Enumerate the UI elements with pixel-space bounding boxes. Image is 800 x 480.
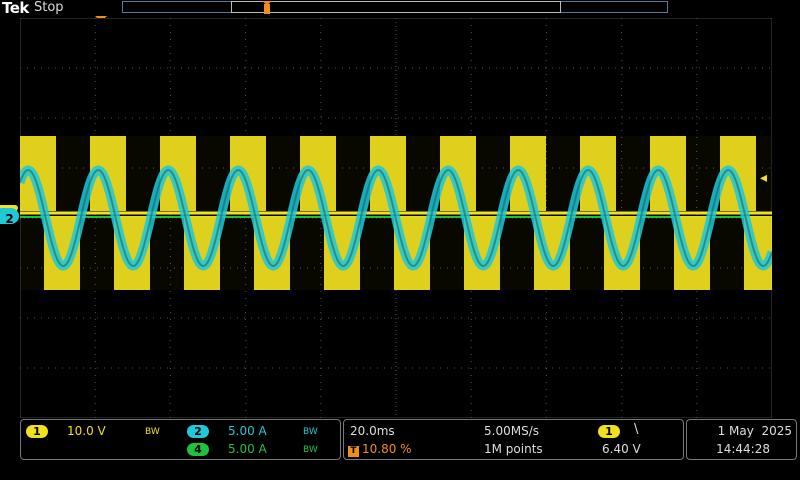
trigger-slope-icon[interactable]: \ — [634, 422, 638, 437]
timebase-trigger-panel[interactable]: 20.0ms 5.00MS/s T 10.80 % 1M points 1 \ 6… — [343, 419, 684, 460]
trigger-position-value: 10.80 % — [362, 442, 412, 456]
ch1-bandwidth-limit: BW — [145, 427, 160, 437]
trigger-level-marker[interactable]: ◂ — [760, 171, 767, 185]
ch2-ground-label: 2 — [5, 212, 14, 226]
trigger-level-arrow-icon: ◂ — [760, 170, 768, 186]
top-status-bar: Tek Stop — [0, 0, 800, 17]
time: 14:44:28 — [716, 442, 770, 456]
ch2-scale[interactable]: 5.00 A — [228, 424, 267, 438]
trigger-position[interactable]: T 10.80 % — [348, 442, 412, 457]
date-time-panel: 1 May 2025 14:44:28 — [686, 419, 797, 460]
trigger-source-badge[interactable]: 1 — [598, 425, 620, 438]
ch4-scale[interactable]: 5.00 A — [228, 442, 267, 456]
sample-rate: 5.00MS/s — [484, 424, 539, 438]
ch4-bandwidth-limit: BW — [303, 445, 318, 455]
ch4-badge[interactable]: 4 — [187, 443, 209, 456]
trigger-position-icon: T — [348, 446, 359, 457]
ch1-badge[interactable]: 1 — [26, 425, 48, 438]
ch2-ground-marker[interactable]: 2 — [0, 208, 19, 226]
waveform-graticule[interactable] — [20, 18, 772, 418]
brand-logo: Tek — [2, 0, 29, 17]
trigger-position-marker-top — [262, 1, 272, 14]
channel-info-panel[interactable]: 1 10.0 V BW 2 5.00 A BW 4 5.00 A BW — [20, 419, 341, 460]
ch2-badge[interactable]: 2 — [187, 425, 209, 438]
ch1-scale[interactable]: 10.0 V — [67, 424, 106, 438]
horizontal-scale[interactable]: 20.0ms — [350, 424, 395, 438]
trigger-level[interactable]: 6.40 V — [602, 442, 641, 456]
record-view-window[interactable] — [231, 1, 561, 13]
date: 1 May 2025 — [717, 424, 792, 438]
ch2-bandwidth-limit: BW — [303, 427, 318, 437]
record-length[interactable]: 1M points — [484, 442, 543, 456]
acquisition-state: Stop — [34, 0, 64, 15]
